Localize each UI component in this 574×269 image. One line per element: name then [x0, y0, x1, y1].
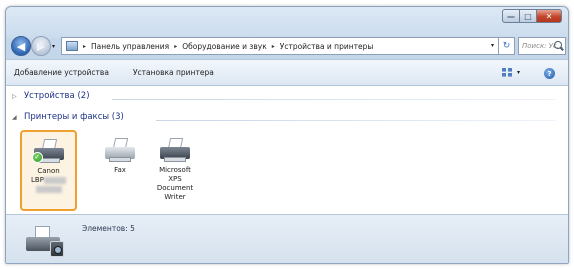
address-bar[interactable]: ▸ Панель управления ▸ Оборудование и зву…	[61, 37, 499, 55]
devices-printers-icon	[26, 223, 66, 259]
close-button[interactable]: ✕	[536, 9, 562, 23]
change-view-button[interactable]: ▾	[502, 68, 520, 77]
breadcrumb-separator[interactable]: ▸	[272, 43, 275, 50]
group-header-devices[interactable]: ▷ Устройства (2)	[12, 91, 90, 101]
view-icon	[502, 68, 512, 77]
breadcrumb-separator[interactable]: ▸	[83, 43, 86, 50]
maximize-button[interactable]: □	[519, 9, 536, 23]
address-dropdown-icon[interactable]: ▾	[491, 42, 494, 49]
printer-label: Fax	[114, 166, 126, 174]
command-bar: Добавление устройства Установка принтера…	[6, 59, 568, 86]
printer-item-xps-writer[interactable]: Microsoft XPS Document Writer	[147, 131, 203, 202]
printer-label-model: LBP	[22, 176, 75, 185]
printer-icon	[158, 137, 192, 163]
expand-arrow-icon[interactable]: ▷	[12, 93, 20, 100]
fax-icon	[103, 137, 137, 163]
group-divider	[156, 120, 556, 121]
printer-label: Writer	[164, 193, 186, 201]
printer-item-fax[interactable]: Fax	[92, 131, 148, 175]
add-device-button[interactable]: Добавление устройства	[12, 66, 111, 79]
help-icon[interactable]: ?	[544, 68, 555, 79]
printer-label: Document	[156, 184, 194, 192]
collapse-arrow-icon[interactable]: ◢	[12, 114, 20, 121]
refresh-button[interactable]: ↻	[499, 37, 515, 55]
printer-label: Microsoft	[159, 166, 191, 174]
item-count: Элементов: 5	[82, 224, 135, 233]
breadcrumb-hardware-sound[interactable]: Оборудование и звук	[182, 42, 267, 51]
group-label-printers: Принтеры и факсы (3)	[24, 112, 124, 122]
forward-button[interactable]: ▶	[31, 36, 51, 56]
default-printer-check-icon: ✓	[31, 152, 43, 163]
search-input[interactable]: Поиск: Ус...	[518, 37, 566, 55]
view-dropdown-icon: ▾	[517, 69, 521, 76]
address-row: ◀ ▶ ▾ ▸ Панель управления ▸ Оборудование…	[6, 35, 568, 57]
breadcrumb-devices-printers[interactable]: Устройства и принтеры	[280, 42, 374, 51]
search-icon[interactable]	[554, 41, 562, 49]
add-printer-button[interactable]: Установка принтера	[131, 66, 216, 79]
back-button[interactable]: ◀	[11, 36, 31, 56]
printer-label: Canon	[37, 167, 60, 175]
caption-buttons: — □ ✕	[502, 9, 562, 23]
breadcrumb-separator[interactable]: ▸	[174, 43, 177, 50]
group-header-printers[interactable]: ◢ Принтеры и факсы (3)	[12, 112, 124, 122]
group-divider	[112, 99, 556, 100]
devices-content-pane: ▷ Устройства (2) ◢ Принтеры и факсы (3) …	[6, 86, 568, 214]
printer-item-canon[interactable]: ✓ Canon LBP	[20, 130, 77, 211]
breadcrumb-control-panel[interactable]: Панель управления	[91, 42, 169, 51]
printer-label-redacted	[22, 185, 75, 194]
explorer-window: — □ ✕ ◀ ▶ ▾ ▸ Панель управления ▸ Оборуд…	[5, 6, 569, 264]
recent-pages-dropdown-icon[interactable]: ▾	[52, 43, 55, 50]
group-label-devices: Устройства (2)	[24, 91, 90, 101]
minimize-button[interactable]: —	[502, 9, 519, 23]
printer-label: XPS	[168, 175, 182, 183]
control-panel-icon	[66, 41, 78, 51]
details-pane: Элементов: 5	[6, 214, 568, 263]
printer-icon: ✓	[31, 138, 66, 164]
